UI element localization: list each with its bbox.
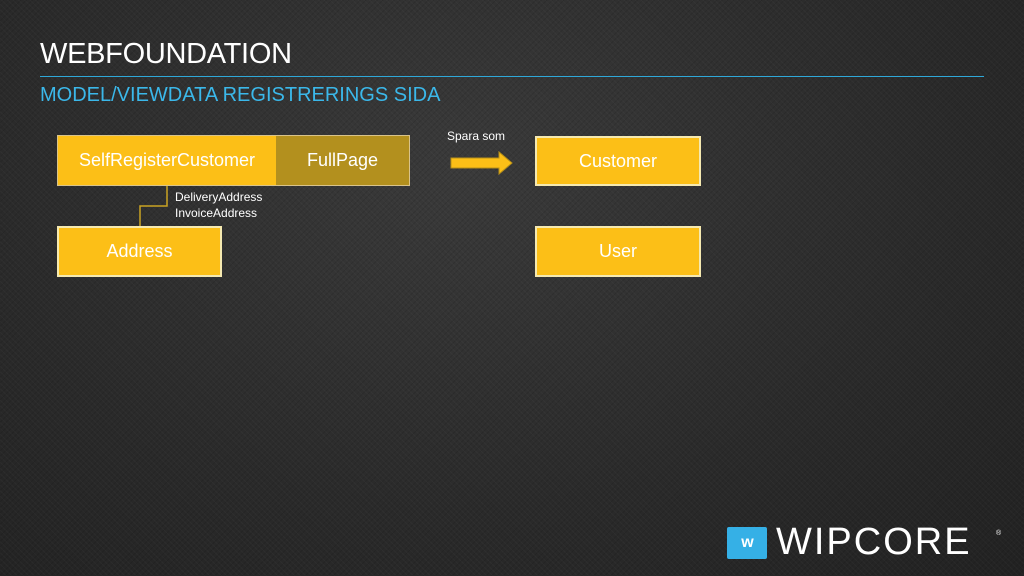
user-label: User [598, 241, 637, 261]
user-box: User [535, 226, 701, 277]
customer-label: Customer [578, 150, 658, 171]
self-register-customer-box: SelfRegisterCustomer [58, 136, 276, 185]
address-label: Address [106, 241, 173, 261]
logo-badge-letter: w [741, 534, 753, 551]
full-page-label: FullPage [306, 150, 379, 170]
relation-label-invoice: InvoiceAddress [175, 206, 258, 220]
wipcore-logo-icon: w [727, 527, 767, 559]
registered-mark: ® [996, 530, 1002, 537]
full-page-box: FullPage [276, 136, 409, 185]
self-register-customer-label: SelfRegisterCustomer [78, 150, 256, 170]
relation-connector [139, 186, 168, 228]
diagram-connectors [139, 150, 513, 228]
relation-label-delivery: DeliveryAddress [175, 190, 263, 204]
address-box: Address [57, 226, 222, 277]
wipcore-logo-wordmark: WIPCORE [776, 521, 972, 563]
spara-som-arrow [450, 150, 513, 176]
customer-box: Customer [535, 136, 701, 186]
arrow-label: Spara som [447, 129, 506, 143]
self-register-customer-group: SelfRegisterCustomer FullPage [57, 135, 410, 186]
